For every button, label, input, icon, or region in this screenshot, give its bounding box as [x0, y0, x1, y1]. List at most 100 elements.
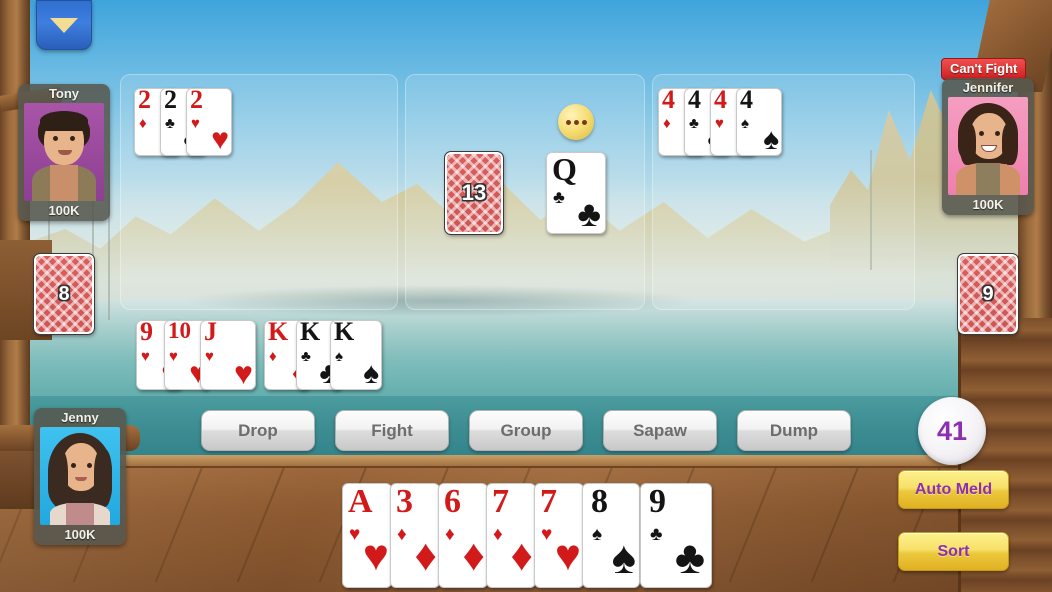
game-table: Tony 100K 8 Can't Fight Jennifer 100K 9 …: [0, 0, 1052, 592]
meld-zone-center[interactable]: [405, 74, 645, 310]
card-suit-pip-small: ♣: [301, 348, 311, 365]
player-panel-tony[interactable]: Tony 100K: [18, 84, 110, 221]
card-suit-pip-small: ♦: [139, 115, 147, 132]
meld-card-2-hearts[interactable]: 2 ♥ ♥: [186, 88, 232, 156]
ellipsis-emoji-icon[interactable]: [558, 104, 594, 140]
card-rank: 2: [190, 88, 203, 114]
drop-button[interactable]: Drop: [201, 410, 315, 451]
card-suit-pip-small: ♦: [269, 348, 277, 365]
score-display: 41: [918, 397, 986, 465]
card-suit-pip-small: ♣: [553, 187, 565, 207]
chevron-down-icon: [50, 17, 78, 33]
player-name-tony: Tony: [48, 86, 80, 101]
card-rank: K: [268, 320, 289, 346]
emoji-dot: [565, 119, 571, 125]
auto-meld-button[interactable]: Auto Meld: [898, 470, 1009, 509]
card-rank: 2: [138, 88, 151, 114]
hand-card-7-hearts[interactable]: 7 ♥ ♥: [534, 483, 584, 588]
deck-rail: [0, 455, 1052, 468]
card-rank: K: [300, 320, 321, 346]
menu-dropdown-button[interactable]: [36, 0, 92, 50]
stock-count-tony: 8: [58, 282, 70, 305]
group-button[interactable]: Group: [469, 410, 583, 451]
hand-card-6-diamonds[interactable]: 6 ♦ ♦: [438, 483, 488, 588]
card-suit-pip-small: ♥: [541, 524, 553, 545]
card-rank: A: [348, 483, 373, 520]
player-panel-jenny[interactable]: Jenny 100K: [34, 408, 126, 545]
card-rank: 10: [168, 320, 191, 343]
player-chips-jenny: 100K: [64, 527, 96, 542]
card-rank: Q: [552, 152, 577, 187]
emoji-dot: [573, 119, 579, 125]
stock-pile-tony[interactable]: 8: [33, 253, 95, 335]
hand-card-8-spades[interactable]: 8 ♠ ♠: [582, 483, 640, 588]
card-suit-pip-large: ♠: [611, 531, 636, 583]
card-suit-pip-small: ♣: [650, 524, 663, 545]
card-suit-pip-small: ♣: [689, 115, 699, 132]
card-rank: 9: [649, 483, 666, 520]
card-suit-pip-large: ♦: [414, 531, 437, 580]
player-panel-jennifer[interactable]: Jennifer 100K: [942, 78, 1034, 215]
hand-card-3-diamonds[interactable]: 3 ♦ ♦: [390, 483, 440, 588]
hand-card-9-clubs[interactable]: 9 ♣ ♣: [640, 483, 712, 588]
auto-meld-button-label: Auto Meld: [914, 480, 993, 498]
card-suit-pip-small: ♦: [493, 524, 503, 545]
sort-button[interactable]: Sort: [898, 532, 1009, 571]
card-suit-pip-small: ♠: [741, 115, 749, 132]
card-suit-pip-large: ♥: [362, 531, 389, 580]
player-name-jennifer: Jennifer: [962, 80, 1014, 95]
meld-card-4-spades[interactable]: 4 ♠ ♠: [736, 88, 782, 156]
card-rank: 7: [540, 483, 557, 520]
hand-card-A-hearts[interactable]: A ♥ ♥: [342, 483, 392, 588]
card-suit-pip-small: ♥: [141, 348, 150, 365]
avatar-jenny: [40, 427, 120, 525]
stock-count-jennifer: 9: [982, 282, 994, 305]
card-rank: 8: [591, 483, 608, 520]
card-suit-pip-large: ♥: [211, 123, 229, 156]
emoji-dot: [581, 119, 587, 125]
card-rank: 3: [396, 483, 413, 520]
card-rank: K: [334, 320, 355, 346]
card-rank: 4: [740, 88, 753, 114]
draw-pile[interactable]: 13: [444, 151, 504, 235]
card-suit-pip-large: ♥: [554, 531, 581, 580]
hand-card-7-diamonds[interactable]: 7 ♦ ♦: [486, 483, 536, 588]
sapaw-button-label: Sapaw: [633, 420, 687, 440]
wooden-post-left: [0, 0, 30, 470]
card-suit-pip-small: ♦: [445, 524, 455, 545]
card-suit-pip-large: ♣: [674, 531, 705, 583]
player-meld-card-J-hearts[interactable]: J ♥ ♥: [200, 320, 256, 390]
card-suit-pip-small: ♥: [205, 348, 214, 365]
card-rank: 6: [444, 483, 461, 520]
stock-pile-jennifer[interactable]: 9: [957, 253, 1019, 335]
dump-button-label: Dump: [769, 420, 819, 440]
card-rank: 4: [714, 88, 727, 114]
avatar-tony: [24, 103, 104, 201]
card-suit-pip-small: ♦: [663, 115, 671, 132]
card-rank: 9: [140, 320, 153, 346]
sapaw-button[interactable]: Sapaw: [603, 410, 717, 451]
discard-pile-top-card[interactable]: Q ♣ ♣: [546, 152, 606, 234]
card-suit-pip-small: ♠: [592, 524, 603, 545]
avatar-jennifer: [948, 97, 1028, 195]
player-name-jenny: Jenny: [61, 410, 99, 425]
card-suit-pip-small: ♠: [335, 348, 343, 365]
status-badge-cant-fight: Can't Fight: [941, 58, 1027, 80]
card-suit-pip-large: ♣: [577, 193, 601, 234]
score-value: 41: [936, 415, 968, 446]
card-suit-pip-small: ♥: [191, 115, 200, 132]
card-suit-pip-small: ♥: [349, 524, 361, 545]
player-meld-card-K-spades[interactable]: K ♠ ♠: [330, 320, 382, 390]
card-suit-pip-large: ♠: [763, 123, 779, 156]
dump-button[interactable]: Dump: [737, 410, 851, 451]
fight-button[interactable]: Fight: [335, 410, 449, 451]
fight-button-label: Fight: [371, 420, 413, 440]
card-suit-pip-small: ♣: [165, 115, 175, 132]
player-chips-jennifer: 100K: [972, 197, 1004, 212]
drop-button-label: Drop: [238, 420, 278, 440]
card-rank: 2: [164, 88, 177, 114]
card-suit-pip-small: ♥: [715, 115, 724, 132]
card-suit-pip-small: ♦: [397, 524, 407, 545]
card-suit-pip-large: ♠: [363, 357, 379, 390]
card-rank: 7: [492, 483, 509, 520]
